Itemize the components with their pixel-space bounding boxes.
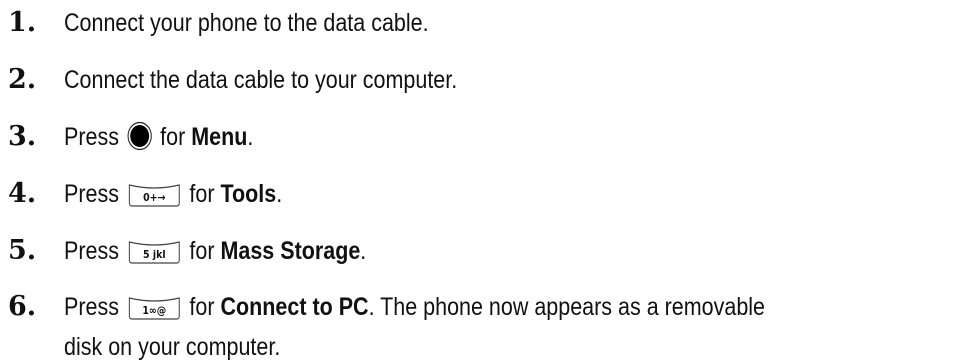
step-2: 2. Connect the data cable to your comput… bbox=[8, 63, 521, 97]
step-word-press: Press bbox=[64, 180, 119, 208]
step-4: 4. Press 0+→ for Tools. bbox=[8, 177, 318, 217]
step-text: Press 0+→ for Tools. bbox=[64, 177, 282, 217]
step-number: 6. bbox=[8, 291, 37, 322]
step-word-press: Press bbox=[64, 123, 119, 151]
step-suffix: . The phone now appears as a removable bbox=[368, 293, 766, 321]
step-word-for: for bbox=[189, 180, 215, 208]
step-text: Press for Menu. bbox=[64, 120, 253, 160]
step-number: 1. bbox=[8, 7, 37, 38]
step-number: 2. bbox=[8, 64, 37, 95]
step-continuation: disk on your computer. bbox=[64, 333, 281, 361]
step-target: Mass Storage bbox=[220, 237, 361, 265]
svg-text:5 jkl: 5 jkl bbox=[143, 248, 166, 261]
svg-text:1∞@: 1∞@ bbox=[142, 304, 166, 317]
step-suffix: . bbox=[276, 180, 283, 208]
step-suffix: . bbox=[360, 237, 367, 265]
step-3: 3. Press for Menu. bbox=[8, 120, 284, 160]
step-number: 4. bbox=[8, 178, 37, 209]
step-suffix: . bbox=[247, 123, 254, 151]
step-5: 5. Press 5 jkl for Mass Storage. bbox=[8, 234, 415, 274]
step-text: Press 5 jkl for Mass Storage. bbox=[64, 234, 366, 274]
menu-ok-button-icon bbox=[127, 121, 153, 160]
step-1: 1. Connect your phone to the data cable. bbox=[8, 6, 488, 40]
step-number: 5. bbox=[8, 235, 37, 266]
step-word-for: for bbox=[189, 237, 215, 265]
step-6: 6. Press 1∞@ for Connect to PC. The phon… bbox=[8, 290, 962, 364]
key-1-icon: 1∞@ bbox=[127, 295, 182, 330]
step-number: 3. bbox=[8, 121, 37, 152]
svg-text:0+→: 0+→ bbox=[143, 191, 166, 204]
key-5-icon: 5 jkl bbox=[127, 239, 182, 274]
key-0-icon: 0+→ bbox=[127, 182, 182, 217]
step-text: Connect your phone to the data cable. bbox=[64, 9, 429, 37]
step-target: Connect to PC bbox=[220, 293, 369, 321]
step-text: Connect the data cable to your computer. bbox=[64, 66, 458, 94]
step-target: Tools bbox=[220, 180, 277, 208]
step-word-for: for bbox=[160, 123, 186, 151]
step-word-for: for bbox=[189, 293, 215, 321]
step-text: Press 1∞@ for Connect to PC. The phone n… bbox=[64, 290, 924, 364]
step-word-press: Press bbox=[64, 237, 119, 265]
step-word-press: Press bbox=[64, 293, 119, 321]
step-target: Menu bbox=[191, 123, 248, 151]
